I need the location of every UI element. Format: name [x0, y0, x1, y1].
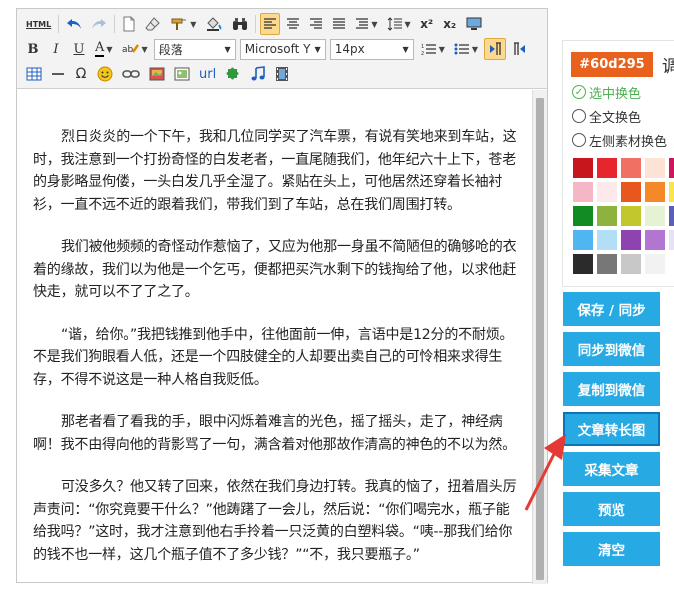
paragraph: 那老者看了看我的手，眼中闪烁着难言的光色，摇了摇头，走了，神经病啊！我不由得向他… — [33, 414, 516, 453]
color-adjust-label: 调 — [662, 57, 674, 77]
bold-button[interactable]: B — [23, 38, 43, 60]
radio-full-text-recolor[interactable]: 全文换色 — [572, 106, 641, 126]
underline-button[interactable]: U — [69, 38, 89, 60]
ordered-list-icon[interactable]: 12 ▼ — [418, 38, 448, 60]
color-swatch[interactable] — [669, 206, 674, 226]
toolbar-row-1: HTML ▼ ▼ ▼ x² x₂ — [23, 12, 488, 36]
clear-button[interactable]: 清空 — [563, 532, 660, 566]
color-swatch[interactable] — [645, 254, 665, 274]
svg-text:1: 1 — [421, 44, 424, 50]
color-swatch[interactable] — [669, 254, 674, 274]
radio-circle-icon — [572, 109, 586, 123]
svg-text:2: 2 — [421, 51, 424, 56]
paragraph-format-select[interactable]: 段落 ▼ — [153, 38, 236, 60]
radio-left-material-recolor[interactable]: 左侧素材换色 — [572, 130, 667, 150]
align-right-icon[interactable] — [306, 13, 326, 35]
subscript-button[interactable]: x₂ — [440, 13, 460, 35]
format-painter-icon[interactable]: ▼ — [167, 13, 199, 35]
color-swatch[interactable] — [669, 230, 674, 250]
color-swatch[interactable] — [621, 230, 641, 250]
toolbar-separator — [255, 15, 257, 33]
special-char-button[interactable]: Ω — [71, 63, 91, 85]
color-swatch[interactable] — [573, 206, 593, 226]
puzzle-plugin-icon[interactable] — [222, 63, 244, 85]
toolbar-separator — [58, 15, 60, 33]
color-swatch[interactable] — [645, 230, 665, 250]
undo-icon[interactable] — [63, 13, 85, 35]
color-swatch[interactable] — [645, 206, 665, 226]
red-arrow-annotation — [524, 434, 566, 511]
color-swatch[interactable] — [621, 158, 641, 178]
ltr-direction-icon[interactable] — [484, 38, 507, 60]
color-swatch[interactable] — [597, 230, 617, 250]
rtl-direction-icon[interactable] — [509, 38, 531, 60]
sync-to-wechat-button[interactable]: 同步到微信 — [563, 332, 660, 366]
color-panel: #60d295 调 ✓ 选中换色 全文换色 左侧素材换色 — [562, 40, 674, 287]
toolbar-row-3: Ω url — [23, 62, 295, 86]
paragraph: 烈日炎炎的一个下午，我和几位同学买了汽车票，有说有笑地来到车站，这时，我注意到一… — [33, 129, 517, 213]
align-center-icon[interactable] — [283, 13, 303, 35]
superscript-button[interactable]: x² — [417, 13, 437, 35]
font-size-select[interactable]: 14px ▼ — [329, 38, 414, 60]
editor-toolbar: HTML ▼ ▼ ▼ x² x₂ B I U A ▼ ab ▼ 段落 ▼ Mic… — [17, 9, 547, 89]
align-left-icon[interactable] — [260, 13, 281, 35]
find-replace-binoculars-icon[interactable] — [229, 13, 251, 35]
eraser-icon[interactable] — [142, 13, 164, 35]
italic-button[interactable]: I — [46, 38, 66, 60]
hex-color-value[interactable]: #60d295 — [571, 52, 653, 77]
indent-spacing-icon[interactable]: ▼ — [352, 13, 380, 35]
preview-button[interactable]: 预览 — [563, 492, 660, 526]
preview-monitor-icon[interactable] — [463, 13, 485, 35]
font-color-button[interactable]: A ▼ — [92, 38, 116, 60]
color-swatch[interactable] — [573, 182, 593, 202]
svg-text:ab: ab — [122, 45, 134, 55]
color-swatch[interactable] — [597, 206, 617, 226]
color-swatch[interactable] — [597, 158, 617, 178]
color-swatch[interactable] — [645, 158, 665, 178]
article-to-long-image-button[interactable]: 文章转长图 — [563, 412, 660, 446]
paragraph: “谐，给你。”我把钱推到他手中，往他面前一伸，言语中是12分的不耐烦。不是我们狗… — [33, 326, 514, 388]
align-justify-icon[interactable] — [329, 13, 349, 35]
unordered-list-icon[interactable]: ▼ — [451, 38, 481, 60]
toolbar-separator — [114, 15, 116, 33]
color-swatch[interactable] — [645, 182, 665, 202]
color-swatch[interactable] — [621, 182, 641, 202]
emoticon-icon[interactable] — [94, 63, 116, 85]
radio-circle-icon — [572, 133, 586, 147]
check-icon: ✓ — [572, 85, 586, 99]
highlight-color-icon[interactable]: ab ▼ — [119, 38, 151, 60]
horizontal-rule-icon[interactable] — [48, 63, 68, 85]
save-sync-button[interactable]: 保存 / 同步 — [563, 292, 660, 326]
url-button[interactable]: url — [196, 63, 219, 85]
font-family-select[interactable]: Microsoft Y ▼ — [239, 38, 326, 60]
color-swatch[interactable] — [597, 254, 617, 274]
paint-bucket-icon[interactable] — [202, 13, 226, 35]
insert-picture-frame-icon[interactable] — [171, 63, 193, 85]
color-swatch[interactable] — [669, 158, 674, 178]
color-swatch[interactable] — [597, 182, 617, 202]
html-source-button[interactable]: HTML — [23, 13, 54, 35]
video-film-icon[interactable] — [272, 63, 292, 85]
copy-to-wechat-button[interactable]: 复制到微信 — [563, 372, 660, 406]
toolbar-row-2: B I U A ▼ ab ▼ 段落 ▼ Microsoft Y ▼ 14px ▼ 12 … — [23, 37, 534, 61]
color-swatch[interactable] — [621, 206, 641, 226]
radio-selected-recolor[interactable]: ✓ 选中换色 — [572, 82, 641, 102]
new-document-icon[interactable] — [119, 13, 139, 35]
paragraph: 我们被他频频的奇怪动作惹恼了，又应为他那一身虽不简陋但的确够呛的衣着的缘故，我们… — [33, 239, 517, 300]
insert-image-icon[interactable] — [146, 63, 168, 85]
color-swatch[interactable] — [573, 158, 593, 178]
color-swatch[interactable] — [573, 254, 593, 274]
color-swatch[interactable] — [573, 230, 593, 250]
link-icon[interactable] — [119, 63, 143, 85]
music-note-icon[interactable] — [247, 63, 269, 85]
line-height-icon[interactable]: ▼ — [384, 13, 414, 35]
editor-content-area[interactable]: 烈日炎炎的一个下午，我和几位同学买了汽车票，有说有笑地来到车站，这时，我注意到一… — [17, 90, 533, 590]
color-swatch[interactable] — [621, 254, 641, 274]
color-swatch[interactable] — [669, 182, 674, 202]
collect-article-button[interactable]: 采集文章 — [563, 452, 660, 486]
paragraph: 可没多久？他又转了回来，依然在我们身边打转。我真的恼了，扭着眉头厉声责问：“你究… — [33, 479, 517, 563]
insert-table-icon[interactable] — [23, 63, 45, 85]
rich-text-editor: HTML ▼ ▼ ▼ x² x₂ B I U A ▼ ab ▼ 段落 ▼ Mic… — [16, 8, 548, 584]
redo-icon[interactable] — [88, 13, 110, 35]
